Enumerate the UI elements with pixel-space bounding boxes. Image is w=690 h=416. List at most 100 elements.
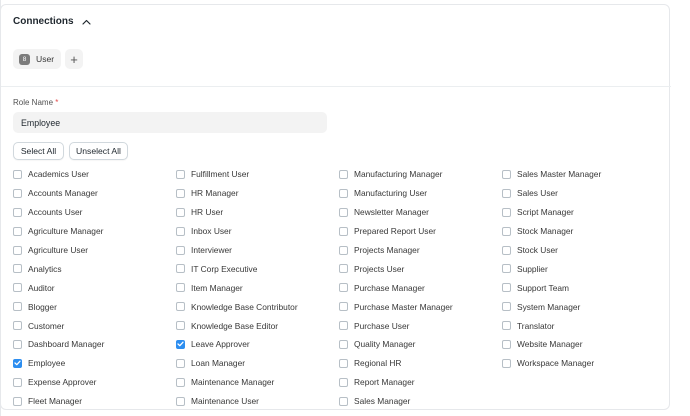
checkbox[interactable] [13,396,22,406]
checkbox[interactable] [176,207,185,217]
checkbox[interactable] [502,207,511,217]
checkbox[interactable] [176,245,185,255]
checkbox[interactable] [339,321,348,331]
role-checkbox-item[interactable]: Supplier [502,259,663,278]
role-checkbox-item[interactable]: Projects Manager [339,241,502,260]
checkbox[interactable] [13,245,22,255]
role-checkbox-item[interactable]: Sales Manager [339,392,502,411]
checkbox-checked[interactable] [13,358,22,368]
role-checkbox-item[interactable]: Leave Approver [176,335,339,354]
role-checkbox-item[interactable]: Prepared Report User [339,222,502,241]
checkbox[interactable] [502,321,511,331]
role-name-input[interactable] [13,112,327,133]
select-all-button[interactable]: Select All [13,142,64,160]
role-checkbox-item[interactable]: Sales User [502,184,663,203]
checkbox-checked[interactable] [176,339,185,349]
chevron-up-icon[interactable] [82,17,92,27]
role-checkbox-item[interactable]: Expense Approver [13,373,176,392]
unselect-all-button[interactable]: Unselect All [69,142,128,160]
role-checkbox-item[interactable]: Support Team [502,278,663,297]
checkbox[interactable] [176,321,185,331]
checkbox[interactable] [13,226,22,236]
checkbox[interactable] [502,302,511,312]
checkbox[interactable] [502,169,511,179]
checkbox[interactable] [339,377,348,387]
role-checkbox-item[interactable]: Purchase User [339,316,502,335]
checkbox[interactable] [13,188,22,198]
role-checkbox-item[interactable]: Accounts Manager [13,184,176,203]
connections-section-header[interactable]: Connections [13,16,92,27]
role-checkbox-item[interactable]: Stock Manager [502,222,663,241]
role-checkbox-item[interactable]: Blogger [13,297,176,316]
role-checkbox-item[interactable]: Knowledge Base Contributor [176,297,339,316]
checkbox[interactable] [176,302,185,312]
role-checkbox-item[interactable]: Accounts User [13,203,176,222]
checkbox[interactable] [339,188,348,198]
role-checkbox-item[interactable]: System Manager [502,297,663,316]
role-checkbox-item[interactable]: Fulfillment User [176,165,339,184]
role-checkbox-item[interactable]: Newsletter Manager [339,203,502,222]
checkbox[interactable] [502,226,511,236]
role-checkbox-item[interactable]: IT Corp Executive [176,259,339,278]
role-checkbox-item[interactable]: Agriculture Manager [13,222,176,241]
role-checkbox-item[interactable]: Agriculture User [13,241,176,260]
checkbox[interactable] [502,264,511,274]
role-checkbox-item[interactable]: Stock User [502,241,663,260]
checkbox[interactable] [13,339,22,349]
role-checkbox-item[interactable]: Inbox User [176,222,339,241]
checkbox[interactable] [339,283,348,293]
checkbox[interactable] [339,169,348,179]
checkbox[interactable] [339,207,348,217]
role-checkbox-item[interactable]: Auditor [13,278,176,297]
checkbox[interactable] [176,396,185,406]
role-checkbox-item[interactable]: Knowledge Base Editor [176,316,339,335]
role-checkbox-item[interactable]: Manufacturing Manager [339,165,502,184]
checkbox[interactable] [13,377,22,387]
role-checkbox-item[interactable]: Analytics [13,259,176,278]
role-checkbox-item[interactable]: Maintenance User [176,392,339,411]
checkbox[interactable] [339,226,348,236]
role-checkbox-item[interactable]: Website Manager [502,335,663,354]
checkbox[interactable] [502,339,511,349]
role-checkbox-item[interactable]: Fleet Manager [13,392,176,411]
connection-chip-user[interactable]: 8 User [13,49,62,69]
checkbox[interactable] [176,169,185,179]
checkbox[interactable] [13,302,22,312]
checkbox[interactable] [502,283,511,293]
role-checkbox-item[interactable]: Report Manager [339,373,502,392]
role-checkbox-item[interactable]: Quality Manager [339,335,502,354]
role-checkbox-item[interactable]: Manufacturing User [339,184,502,203]
checkbox[interactable] [339,264,348,274]
role-checkbox-item[interactable]: Item Manager [176,278,339,297]
checkbox[interactable] [502,188,511,198]
role-checkbox-item[interactable]: Projects User [339,259,502,278]
role-checkbox-item[interactable]: Employee [13,354,176,373]
checkbox[interactable] [176,264,185,274]
checkbox[interactable] [502,245,511,255]
checkbox[interactable] [176,188,185,198]
checkbox[interactable] [176,283,185,293]
role-checkbox-item[interactable]: Purchase Manager [339,278,502,297]
role-checkbox-item[interactable]: Maintenance Manager [176,373,339,392]
checkbox[interactable] [502,358,511,368]
checkbox[interactable] [176,226,185,236]
role-checkbox-item[interactable]: Customer [13,316,176,335]
checkbox[interactable] [339,302,348,312]
role-checkbox-item[interactable]: Academics User [13,165,176,184]
role-checkbox-item[interactable]: Sales Master Manager [502,165,663,184]
role-checkbox-item[interactable]: Interviewer [176,241,339,260]
role-checkbox-item[interactable]: Dashboard Manager [13,335,176,354]
checkbox[interactable] [13,283,22,293]
checkbox[interactable] [339,396,348,406]
checkbox[interactable] [13,207,22,217]
checkbox[interactable] [176,358,185,368]
checkbox[interactable] [176,377,185,387]
role-checkbox-item[interactable]: HR Manager [176,184,339,203]
add-connection-button[interactable]: + [65,49,83,69]
role-checkbox-item[interactable]: Purchase Master Manager [339,297,502,316]
role-checkbox-item[interactable]: Regional HR [339,354,502,373]
checkbox[interactable] [339,339,348,349]
checkbox[interactable] [13,321,22,331]
checkbox[interactable] [339,358,348,368]
role-checkbox-item[interactable]: Loan Manager [176,354,339,373]
